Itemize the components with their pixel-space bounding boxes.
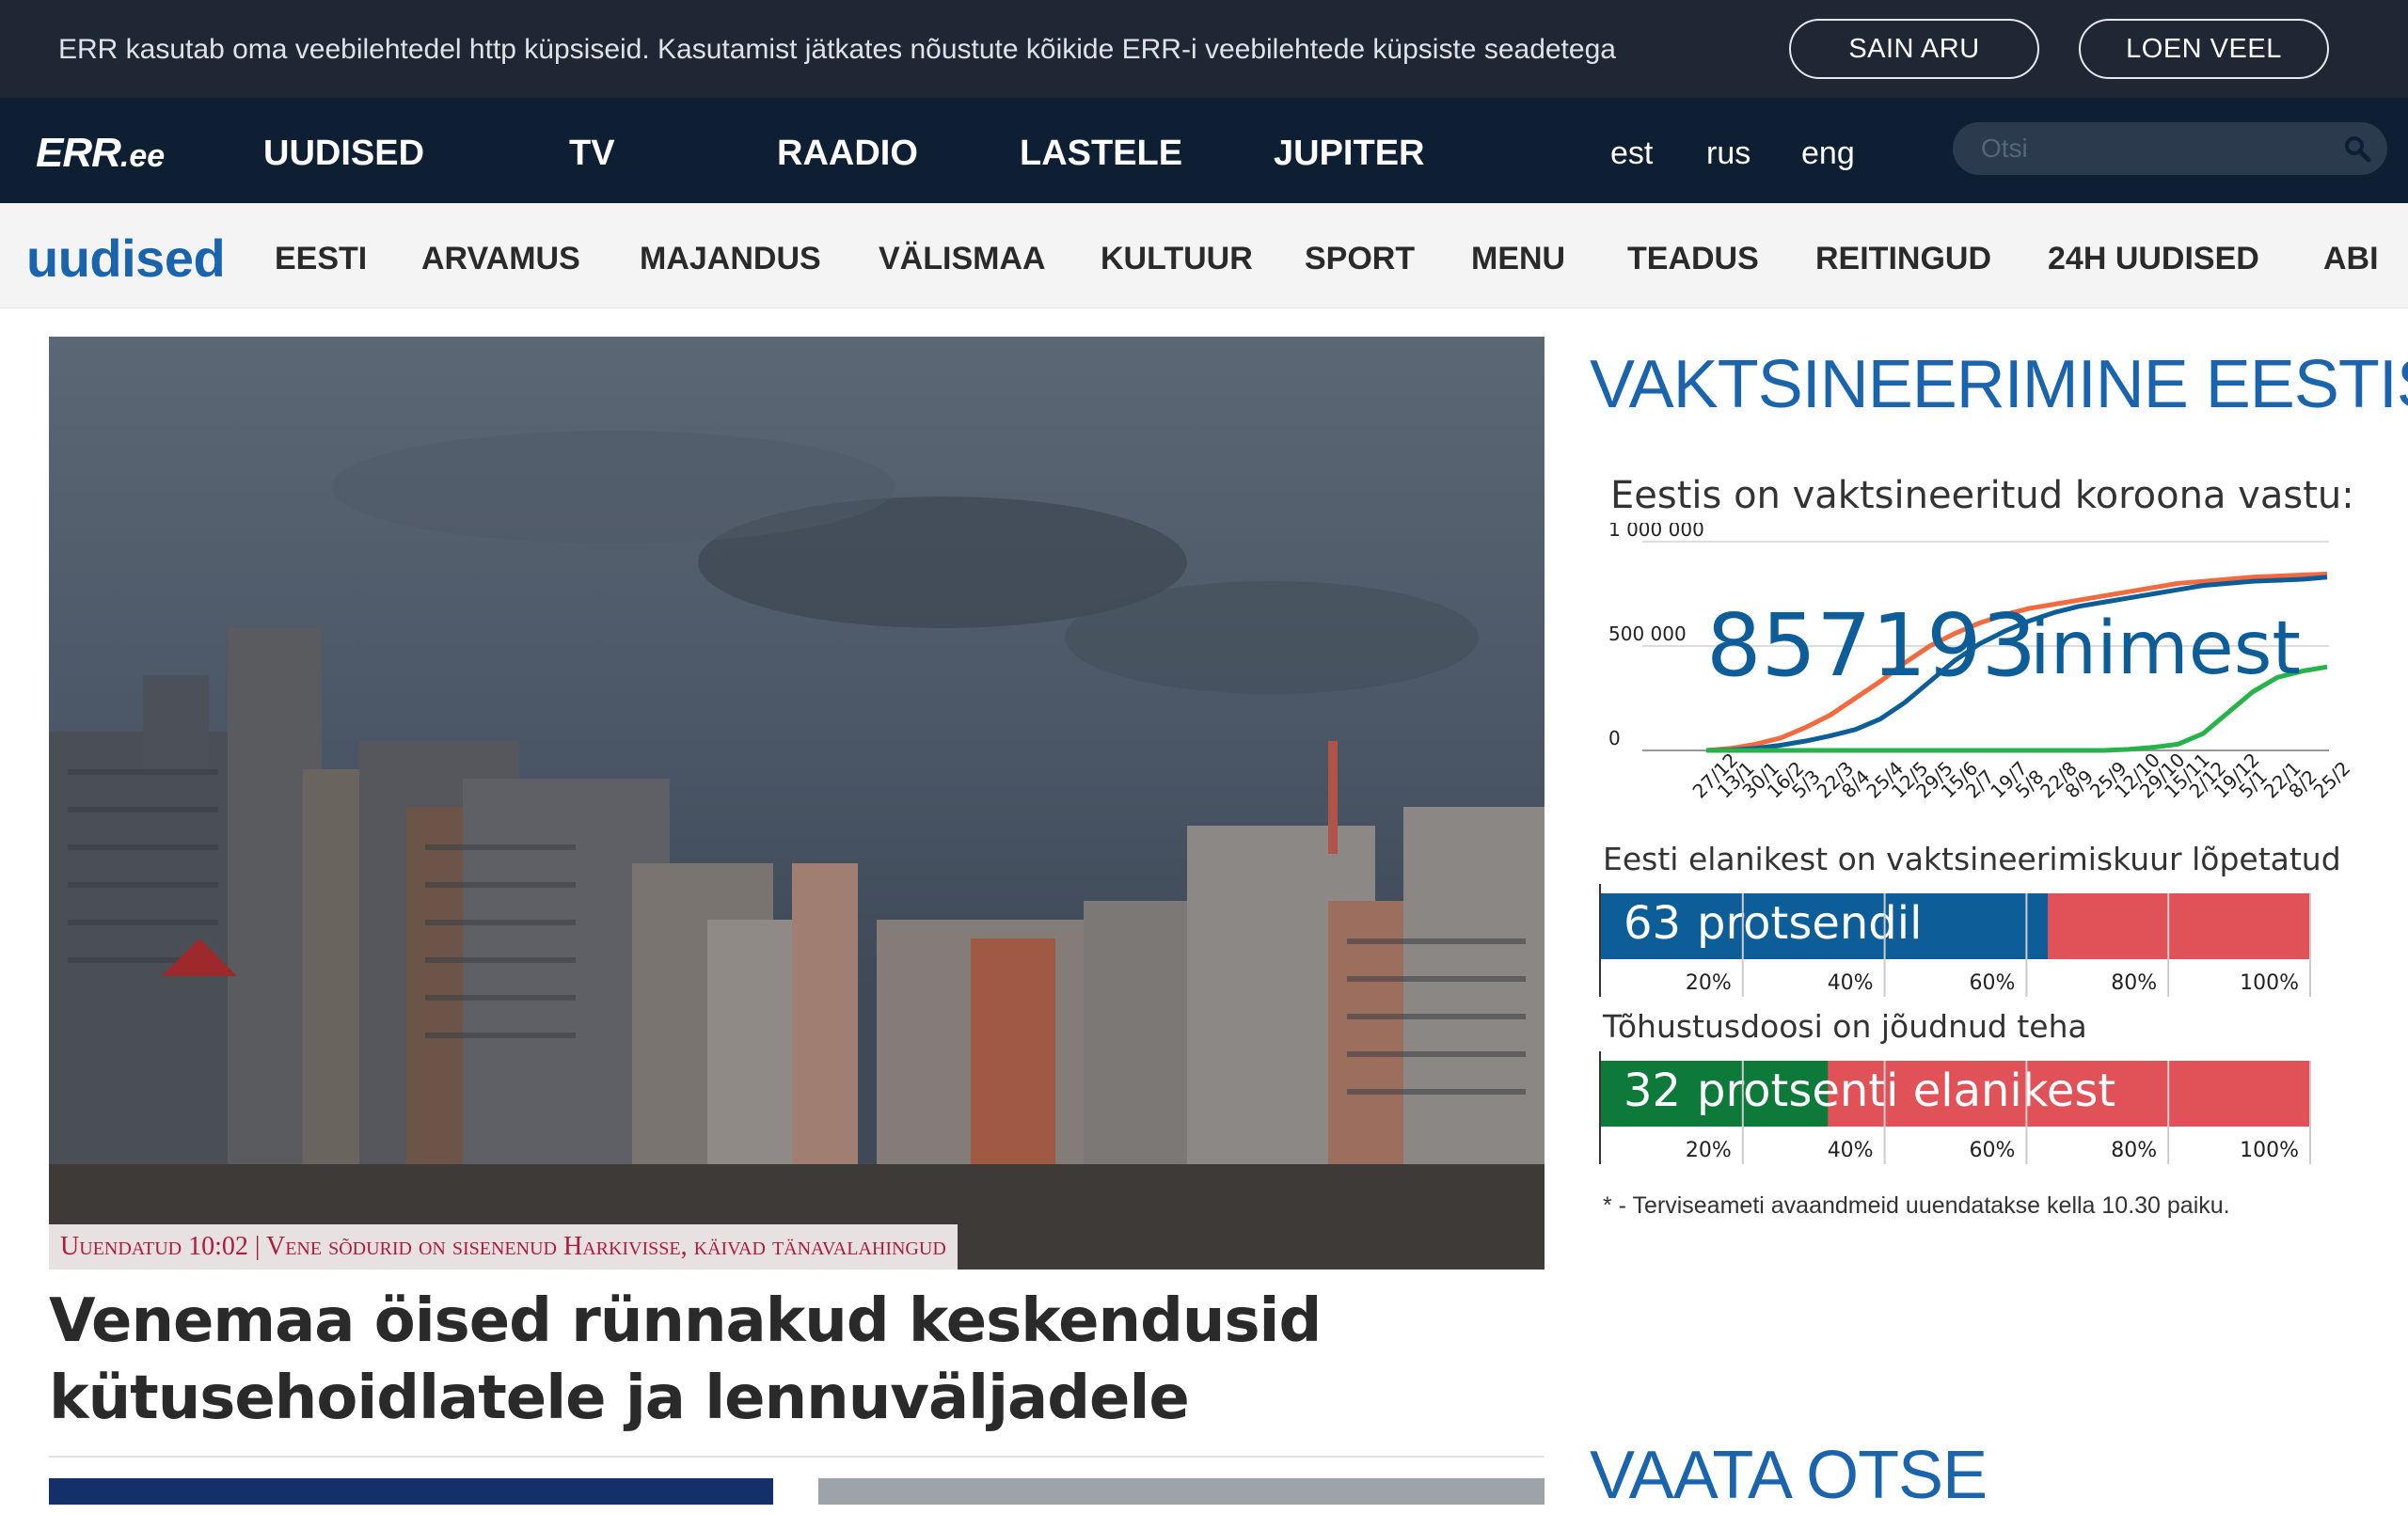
search-box: [1953, 122, 2387, 175]
content-divider: [49, 1456, 1545, 1458]
vaccination-total-number: 857193: [1706, 595, 2036, 696]
sub-item-valismaa[interactable]: VÄLISMAA: [879, 241, 1046, 277]
bar-tick-label: 20%: [1686, 971, 1732, 995]
bar-tick-label: 40%: [1828, 971, 1874, 995]
vaccination-subtitle: Eestis on vaktsineeritud koroona vastu:: [1610, 474, 2354, 517]
chart-x-tick-label: 25/2: [2309, 757, 2352, 803]
hero-headline[interactable]: Venemaa öised rünnakud keskendusid kütus…: [49, 1283, 1516, 1437]
cookie-banner: ERR kasutab oma veebilehtedel http küpsi…: [0, 0, 2408, 98]
bar-tick-label: 80%: [2111, 971, 2157, 995]
logo-main: ERR: [36, 130, 121, 176]
lang-eng[interactable]: eng: [1801, 135, 1855, 172]
sub-item-teadus[interactable]: TEADUS: [1627, 241, 1759, 277]
sub-item-sport[interactable]: SPORT: [1305, 241, 1415, 277]
cookie-accept-button[interactable]: SAIN ARU: [1789, 19, 2039, 79]
sub-item-abi[interactable]: ABI: [2323, 241, 2379, 277]
vaccination-total-unit: inimest: [2030, 607, 2301, 691]
search-input[interactable]: [1981, 130, 2320, 167]
sub-item-arvamus[interactable]: ARVAMUS: [421, 241, 580, 277]
lang-rus[interactable]: rus: [1706, 135, 1751, 172]
hero-image[interactable]: [49, 337, 1545, 1270]
search-icon[interactable]: [2342, 134, 2372, 164]
sub-item-kultuur[interactable]: KULTUUR: [1101, 241, 1253, 277]
chart-y-tick-label: 0: [1608, 727, 1621, 749]
err-logo[interactable]: ERR.ee: [36, 130, 165, 177]
nav-item-lastele[interactable]: LASTELE: [1020, 134, 1182, 174]
bar2-value: 32: [1624, 1065, 1681, 1117]
sub-item-eesti[interactable]: EESTI: [275, 241, 367, 277]
bar1-title: Eesti elanikest on vaktsineerimiskuur lõ…: [1603, 841, 2341, 877]
sub-item-24h-uudised[interactable]: 24H UUDISED: [2048, 241, 2259, 277]
bar-tick-label: 40%: [1828, 1139, 1874, 1162]
bar1-label: protsendil: [1697, 897, 1922, 950]
section-title[interactable]: uudised: [26, 228, 226, 289]
live-title[interactable]: VAATA OTSE: [1590, 1437, 1988, 1514]
article-thumbnail[interactable]: [49, 1478, 773, 1505]
vaccination-line-chart: 0500 0001 000 000 27/1213/130/116/25/322…: [1608, 523, 2352, 803]
cookie-read-more-button[interactable]: LOEN VEEL: [2079, 19, 2329, 79]
bar2-label: protsenti elanikest: [1697, 1065, 2115, 1117]
bar-tick-label: 100%: [2240, 971, 2299, 995]
sub-item-menu[interactable]: MENU: [1471, 241, 1565, 277]
sub-item-reitingud[interactable]: REITINGUD: [1815, 241, 1991, 277]
top-navigation: ERR.ee UUDISED TV RAADIO LASTELE JUPITER…: [0, 98, 2408, 203]
completed-course-bar: 63 protsendil 20% 40% 60% 80% 100%: [1599, 884, 2311, 997]
bar-tick-label: 60%: [1969, 1139, 2015, 1162]
bar-tick-label: 80%: [2111, 1139, 2157, 1162]
vaccination-title[interactable]: VAKTSINEERIMINE EESTIS: [1590, 346, 2408, 423]
bar1-value: 63: [1624, 897, 1681, 950]
bar2-title: Tõhustusdoosi on jõudnud teha: [1603, 1008, 2087, 1045]
nav-item-jupiter[interactable]: JUPITER: [1274, 134, 1424, 174]
nav-item-raadio[interactable]: RAADIO: [777, 134, 918, 174]
logo-suffix: .ee: [119, 138, 166, 174]
hero-caption-bar[interactable]: Uuendatud 10:02 | Vene sõdurid on sisene…: [49, 1224, 958, 1270]
nav-item-tv[interactable]: TV: [569, 134, 615, 174]
article-thumbnail[interactable]: [818, 1478, 1545, 1505]
hero-caption: Uuendatud 10:02 | Vene sõdurid on sisene…: [60, 1232, 946, 1261]
chart-y-tick-label: 1 000 000: [1608, 523, 1704, 541]
cookie-text: ERR kasutab oma veebilehtedel http küpsi…: [58, 34, 1616, 65]
nav-item-uudised[interactable]: UUDISED: [263, 134, 424, 174]
booster-dose-bar: 32 protsenti elanikest 20% 40% 60% 80% 100%: [1599, 1051, 2311, 1164]
bar-tick-label: 60%: [1969, 971, 2015, 995]
sub-item-majandus[interactable]: MAJANDUS: [640, 241, 821, 277]
section-navigation: uudised EESTI ARVAMUS MAJANDUS VÄLISMAA …: [0, 203, 2408, 308]
lang-est[interactable]: est: [1610, 135, 1653, 172]
chart-y-tick-label: 500 000: [1608, 623, 1687, 645]
bar-tick-label: 20%: [1686, 1139, 1732, 1162]
data-update-note: * - Terviseameti avaandmeid uuendatakse …: [1603, 1192, 2230, 1219]
bar-tick-label: 100%: [2240, 1139, 2299, 1162]
